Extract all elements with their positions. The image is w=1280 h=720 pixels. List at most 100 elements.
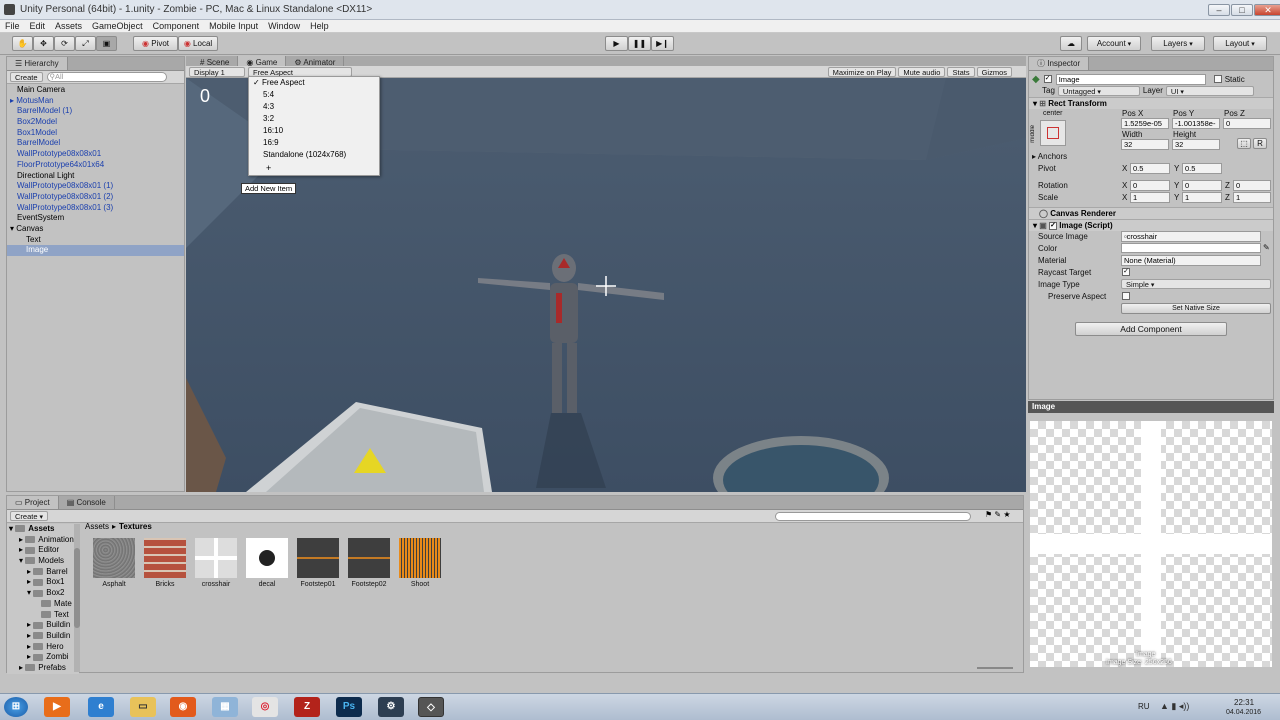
- start-button-icon[interactable]: ⊞: [4, 697, 28, 717]
- tag-dropdown[interactable]: Untagged: [1057, 85, 1140, 96]
- aspect-option-3-2[interactable]: 3:2: [249, 113, 379, 125]
- calculator-icon[interactable]: ▦: [212, 697, 238, 717]
- tree-scrollbar[interactable]: [74, 524, 80, 672]
- color-field[interactable]: [1121, 243, 1261, 253]
- tree-editor[interactable]: ▸ Editor: [7, 545, 79, 556]
- project-search-input[interactable]: [775, 511, 971, 521]
- layout-dropdown[interactable]: Layout: [1213, 36, 1267, 51]
- hierarchy-item-barrel-1[interactable]: BarrelModel (1): [7, 106, 184, 117]
- hierarchy-item-main-camera[interactable]: Main Camera: [7, 85, 184, 96]
- source-image-field[interactable]: ▫crosshair: [1121, 231, 1261, 242]
- blueprint-mode-button[interactable]: ⬚: [1237, 138, 1251, 149]
- aspect-option-4-3[interactable]: 4:3: [249, 101, 379, 113]
- image-script-header[interactable]: ▾ ▣ ✓ Image (Script): [1029, 219, 1273, 231]
- tab-hierarchy[interactable]: ☰ Hierarchy: [7, 57, 68, 70]
- filter-icons[interactable]: ⚑ ✎ ★: [985, 510, 1011, 519]
- filezilla-icon[interactable]: Z: [294, 697, 320, 717]
- layer-dropdown[interactable]: UI: [1165, 85, 1254, 96]
- asset-item[interactable]: Asphalt: [91, 538, 137, 588]
- cloud-icon[interactable]: ☁: [1060, 36, 1082, 51]
- tree-animation[interactable]: ▸ Animation: [7, 535, 79, 546]
- chrome-icon[interactable]: ◎: [252, 697, 278, 717]
- rotation-x-field[interactable]: 0: [1130, 180, 1170, 191]
- menu-component[interactable]: Component: [148, 20, 205, 33]
- asset-item[interactable]: Shoot: [397, 538, 443, 588]
- aspect-option-16-9[interactable]: 16:9: [249, 137, 379, 149]
- internet-explorer-icon[interactable]: e: [88, 697, 114, 717]
- rotation-z-field[interactable]: 0: [1233, 180, 1271, 191]
- maximize-button[interactable]: □: [1231, 4, 1253, 16]
- add-component-button[interactable]: Add Component: [1075, 322, 1227, 336]
- hierarchy-item-barrel[interactable]: BarrelModel: [7, 138, 184, 149]
- hierarchy-item-eventsystem[interactable]: EventSystem: [7, 213, 184, 224]
- asset-item[interactable]: Footstep02: [346, 538, 392, 588]
- posx-field[interactable]: 1.5259e-05: [1121, 118, 1169, 129]
- anchor-presets-button[interactable]: [1040, 120, 1066, 146]
- raw-edit-mode-button[interactable]: R: [1253, 138, 1267, 149]
- hierarchy-item-floor[interactable]: FloorPrototype64x01x64: [7, 160, 184, 171]
- object-name-field[interactable]: Image: [1055, 73, 1206, 85]
- rotation-y-field[interactable]: 0: [1182, 180, 1222, 191]
- breadcrumb-assets[interactable]: Assets: [85, 522, 109, 531]
- tree-textures[interactable]: Text: [7, 610, 79, 621]
- rotate-tool-icon[interactable]: ⟳: [54, 36, 75, 51]
- photoshop-icon[interactable]: Ps: [336, 697, 362, 717]
- image-enabled-checkbox[interactable]: ✓: [1049, 221, 1058, 230]
- add-item-icon[interactable]: +: [249, 163, 379, 173]
- clock-date[interactable]: 04.04.2016: [1226, 709, 1261, 716]
- menu-window[interactable]: Window: [263, 20, 305, 33]
- width-field[interactable]: 32: [1121, 139, 1169, 150]
- thumbnail-size-slider[interactable]: [977, 667, 1013, 669]
- aspect-dropdown[interactable]: Free Aspect: [248, 66, 352, 77]
- raycast-target-checkbox[interactable]: ✓: [1122, 268, 1130, 276]
- pivot-x-field[interactable]: 0.5: [1130, 163, 1170, 174]
- pivot-y-field[interactable]: 0.5: [1182, 163, 1222, 174]
- scale-x-field[interactable]: 1: [1130, 192, 1170, 203]
- canvas-renderer-header[interactable]: ◯ Canvas Renderer: [1029, 207, 1273, 219]
- tree-zombie[interactable]: ▸ Zombi: [7, 652, 79, 663]
- mute-audio-toggle[interactable]: Mute audio: [898, 66, 946, 77]
- tree-prefabs[interactable]: ▸ Prefabs: [7, 663, 79, 674]
- hierarchy-item-box2[interactable]: Box2Model: [7, 117, 184, 128]
- hierarchy-item-box1[interactable]: Box1Model: [7, 128, 184, 139]
- clock-time[interactable]: 22:31: [1234, 698, 1254, 707]
- aspect-option-5-4[interactable]: 5:4: [249, 89, 379, 101]
- scale-y-field[interactable]: 1: [1182, 192, 1222, 203]
- hierarchy-item-text[interactable]: Text: [7, 235, 184, 246]
- menu-gameobject[interactable]: GameObject: [87, 20, 148, 33]
- pivot-toggle[interactable]: ◉ Pivot: [133, 36, 178, 51]
- local-toggle[interactable]: ◉ Local: [178, 36, 218, 51]
- static-checkbox[interactable]: [1213, 75, 1222, 83]
- tree-box1[interactable]: ▸ Box1: [7, 577, 79, 588]
- hand-tool-icon[interactable]: ✋: [12, 36, 33, 51]
- maximize-on-play-toggle[interactable]: Maximize on Play: [827, 66, 897, 77]
- project-create-dropdown[interactable]: Create: [10, 511, 48, 521]
- menu-help[interactable]: Help: [305, 20, 334, 33]
- menu-edit[interactable]: Edit: [25, 20, 51, 33]
- pause-button[interactable]: ❚❚: [628, 36, 651, 51]
- media-player-icon[interactable]: ▶: [44, 697, 70, 717]
- move-tool-icon[interactable]: ✥: [33, 36, 54, 51]
- menu-file[interactable]: File: [0, 20, 25, 33]
- display-dropdown[interactable]: Display 1: [189, 66, 245, 77]
- anchors-foldout[interactable]: ▸ Anchors: [1032, 152, 1067, 161]
- eyedropper-icon[interactable]: ✎: [1263, 243, 1270, 252]
- steam-icon[interactable]: ⚙: [378, 697, 404, 717]
- tree-hero[interactable]: ▸ Hero: [7, 642, 79, 653]
- tab-console[interactable]: ▤ Console: [59, 496, 115, 509]
- step-button[interactable]: ▶❙: [651, 36, 674, 51]
- menu-mobile-input[interactable]: Mobile Input: [204, 20, 263, 33]
- hierarchy-item-wall[interactable]: WallPrototype08x08x01: [7, 149, 184, 160]
- tree-box2[interactable]: ▾ Box2: [7, 588, 79, 599]
- set-native-size-button[interactable]: Set Native Size: [1121, 303, 1271, 314]
- language-indicator[interactable]: RU: [1138, 702, 1150, 711]
- rect-transform-header[interactable]: ▾ ⊞ Rect Transform: [1029, 97, 1273, 109]
- tree-materials[interactable]: Mate: [7, 599, 79, 610]
- tab-inspector[interactable]: ⓘ Inspector: [1029, 57, 1090, 70]
- account-dropdown[interactable]: Account: [1087, 36, 1141, 51]
- hierarchy-create-dropdown[interactable]: Create: [10, 72, 43, 82]
- material-field[interactable]: None (Material): [1121, 255, 1261, 266]
- firefox-icon[interactable]: ◉: [170, 697, 196, 717]
- aspect-option-16-10[interactable]: 16:10: [249, 125, 379, 137]
- hierarchy-item-motusman[interactable]: ▸ MotusMan: [7, 96, 184, 107]
